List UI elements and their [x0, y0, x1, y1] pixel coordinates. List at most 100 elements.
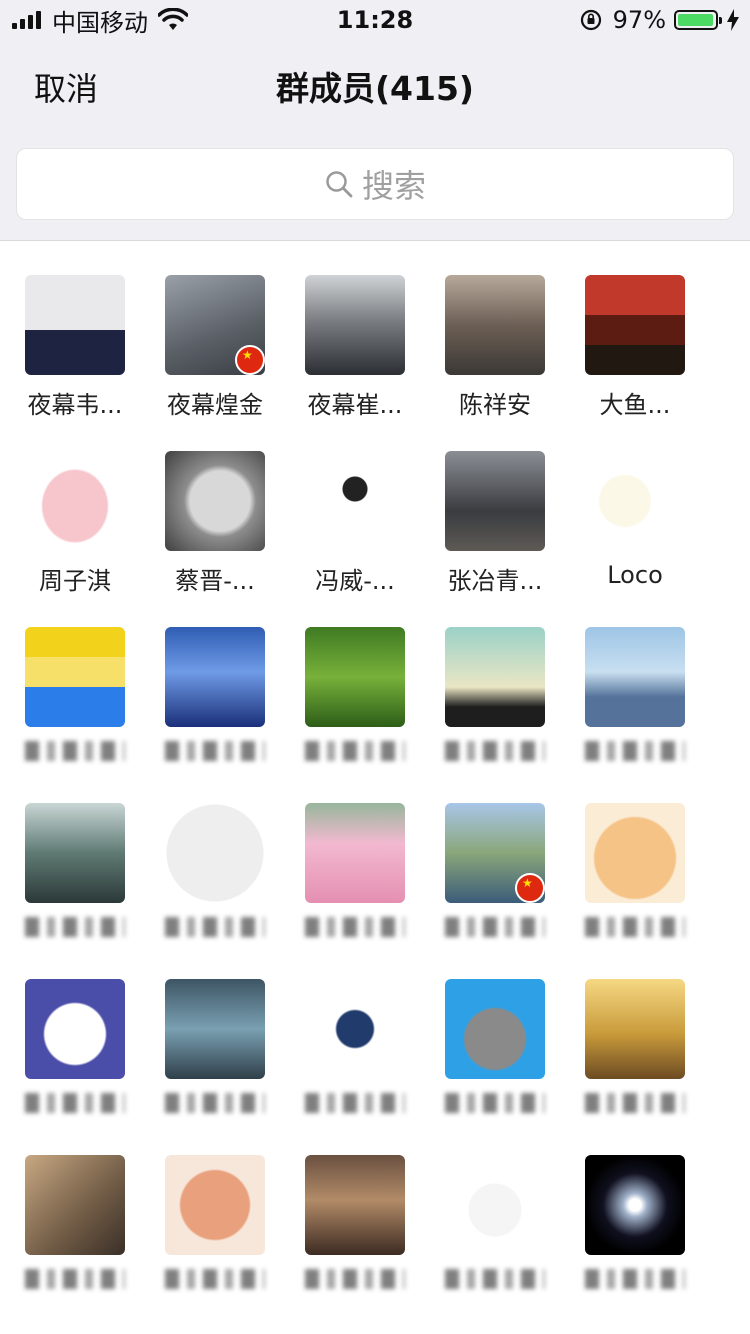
blurred-member-name — [585, 741, 685, 761]
ocean-ice-landscape-avatar[interactable] — [165, 627, 265, 727]
member-item[interactable] — [5, 1155, 145, 1331]
member-item[interactable] — [5, 803, 145, 979]
man-sitting-red-room-avatar[interactable] — [585, 275, 685, 375]
blurred-member-name — [445, 1093, 545, 1113]
member-name: 周子淇 — [39, 567, 111, 595]
blurred-member-name — [165, 741, 265, 761]
anime-samurai-circle-avatar[interactable] — [165, 803, 265, 903]
status-bar: 中国移动 11:28 97% — [0, 0, 750, 40]
member-item[interactable] — [425, 627, 565, 803]
member-item[interactable] — [565, 979, 705, 1155]
member-item[interactable] — [425, 979, 565, 1155]
blurred-member-name — [25, 1269, 125, 1289]
nav-bar: 取消 群成员(415) — [0, 40, 750, 128]
child-portrait-bw-avatar[interactable] — [165, 451, 265, 551]
cartoon-boy-cap-avatar[interactable] — [305, 979, 405, 1079]
member-name: 夜幕韦... — [27, 391, 123, 419]
white-cat-cartoon-avatar[interactable] — [445, 1155, 545, 1255]
member-item[interactable]: 冯威-... — [285, 451, 425, 627]
battery-percent: 97% — [612, 6, 666, 34]
member-item[interactable]: 周子淇 — [5, 451, 145, 627]
member-item[interactable]: 张冶青... — [425, 451, 565, 627]
blurred-member-name — [25, 917, 125, 937]
member-name: 张冶青... — [447, 567, 543, 595]
china-flag-icon — [235, 345, 265, 375]
blurred-member-name — [445, 1269, 545, 1289]
cartoon-boy-sketch-avatar[interactable] — [305, 451, 405, 551]
member-item[interactable]: Loco — [565, 451, 705, 627]
baby-pink-hat-avatar[interactable] — [305, 803, 405, 903]
member-name: 蔡晋-... — [175, 567, 255, 595]
member-item[interactable] — [285, 627, 425, 803]
member-item[interactable] — [565, 1155, 705, 1331]
tree-on-grass-avatar[interactable] — [305, 627, 405, 727]
member-item[interactable] — [565, 803, 705, 979]
person-sunset-silhouette-avatar[interactable] — [585, 979, 685, 1079]
member-item[interactable] — [145, 1155, 285, 1331]
member-item[interactable] — [5, 627, 145, 803]
pink-pig-cartoon-avatar[interactable] — [25, 451, 125, 551]
member-item[interactable] — [285, 803, 425, 979]
blurred-member-name — [585, 1093, 685, 1113]
china-flag-icon — [515, 873, 545, 903]
laughing-monk-cartoon-avatar[interactable] — [585, 803, 685, 903]
black-hole-space-avatar[interactable] — [585, 1155, 685, 1255]
member-name: 大鱼... — [599, 391, 671, 419]
member-item[interactable]: 夜幕韦... — [5, 275, 145, 451]
statue-of-liberty-avatar[interactable] — [585, 627, 685, 727]
blurred-member-name — [165, 1269, 265, 1289]
member-grid: 夜幕韦... 夜幕煌金 夜幕崔... 陈祥安 大鱼... 周子淇 蔡晋-... 冯威-... 张… — [5, 275, 745, 1331]
dog-photo-avatar[interactable] — [445, 275, 545, 375]
blurred-member-name — [585, 917, 685, 937]
header-area: 中国移动 11:28 97% 取消 群成员(415) 搜索 — [0, 0, 750, 241]
member-name: 冯威-... — [315, 567, 395, 595]
member-item[interactable] — [285, 979, 425, 1155]
cat-photo-avatar[interactable] — [165, 275, 265, 375]
blurred-member-name — [305, 1093, 405, 1113]
member-item[interactable]: 夜幕煌金 — [145, 275, 285, 451]
member-item[interactable] — [285, 1155, 425, 1331]
member-item[interactable] — [425, 1155, 565, 1331]
child-vintage-photo-avatar[interactable] — [305, 1155, 405, 1255]
blurred-member-name — [445, 741, 545, 761]
blurred-member-name — [25, 741, 125, 761]
member-item[interactable]: 陈祥安 — [425, 275, 565, 451]
search-input[interactable]: 搜索 — [16, 148, 734, 220]
blurred-member-name — [445, 917, 545, 937]
member-item[interactable]: 夜幕崔... — [285, 275, 425, 451]
blurred-member-name — [25, 1093, 125, 1113]
member-name: 夜幕崔... — [307, 391, 403, 419]
cartoon-boy-blue-avatar[interactable] — [25, 979, 125, 1079]
member-item[interactable] — [5, 979, 145, 1155]
member-name: Loco — [607, 561, 663, 589]
anime-figure-pink-hair-avatar[interactable] — [165, 979, 265, 1079]
blurred-member-name — [305, 1269, 405, 1289]
member-item[interactable] — [425, 803, 565, 979]
crayon-shinchan-avatar[interactable] — [25, 627, 125, 727]
blurred-member-name — [305, 917, 405, 937]
cat-with-glasses-avatar[interactable] — [25, 1155, 125, 1255]
man-in-suit-photo-avatar[interactable] — [25, 275, 125, 375]
member-item[interactable] — [145, 979, 285, 1155]
member-name: 陈祥安 — [459, 391, 531, 419]
man-crouching-photo-avatar[interactable] — [445, 451, 545, 551]
member-item[interactable] — [565, 627, 705, 803]
totoro-cartoon-avatar[interactable] — [445, 979, 545, 1079]
member-item[interactable] — [145, 803, 285, 979]
pig-figurine-avatar[interactable] — [165, 1155, 265, 1255]
charging-bolt-icon — [727, 9, 739, 31]
sculpture-sunset-avatar[interactable] — [445, 627, 545, 727]
member-name: 夜幕煌金 — [167, 391, 263, 419]
river-landscape-avatar[interactable] — [445, 803, 545, 903]
search-placeholder: 搜索 — [361, 167, 426, 205]
member-item[interactable] — [145, 627, 285, 803]
member-item[interactable]: 蔡晋-... — [145, 451, 285, 627]
blurred-member-name — [165, 917, 265, 937]
woman-tattoo-arm-avatar[interactable] — [25, 803, 125, 903]
blurred-member-name — [585, 1269, 685, 1289]
battery-icon — [674, 10, 722, 30]
blurred-member-name — [305, 741, 405, 761]
member-item[interactable]: 大鱼... — [565, 275, 705, 451]
cartoon-bun-sticker-avatar[interactable] — [585, 451, 685, 551]
anime-boy-headphones-avatar[interactable] — [305, 275, 405, 375]
